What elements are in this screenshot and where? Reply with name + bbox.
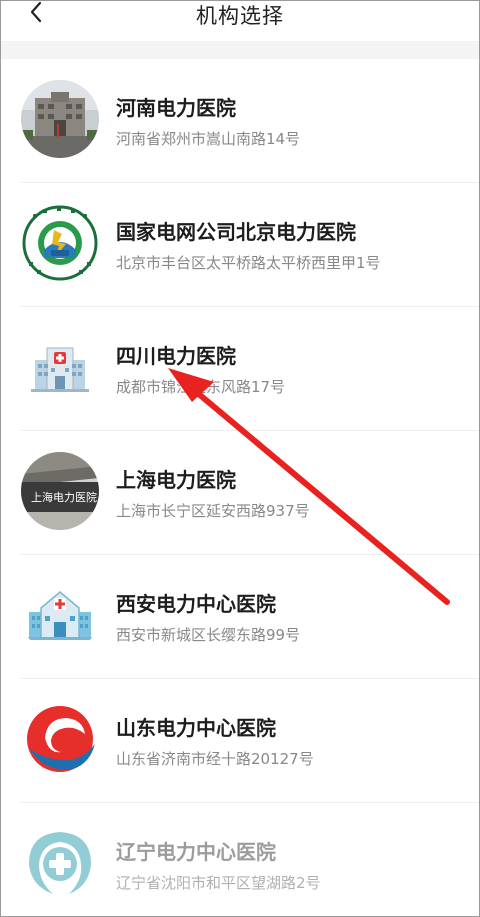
- institution-name: 国家电网公司北京电力医院: [116, 220, 356, 244]
- page-title: 机构选择: [196, 4, 284, 28]
- list-item-henan[interactable]: 河南电力医院 河南省郑州市嵩山南路14号: [1, 59, 479, 183]
- sign-text: 上海电力医院: [31, 490, 97, 504]
- list-item-xian[interactable]: 西安电力中心医院 西安市新城区长缨东路99号: [1, 555, 479, 679]
- institution-name: 西安电力中心医院: [116, 592, 276, 616]
- list-item-shandong[interactable]: 山东电力中心医院 山东省济南市经十路20127号: [1, 679, 479, 803]
- hospital-building-icon: [21, 328, 99, 406]
- institution-name: 上海电力医院: [116, 468, 236, 492]
- institution-name: 四川电力医院: [116, 344, 236, 368]
- nav-header: 机构选择: [1, 1, 479, 41]
- beijing-electric-power-hospital-logo-icon: [21, 204, 99, 282]
- institution-address: 辽宁省沈阳市和平区望湖路2号: [116, 874, 321, 892]
- institution-name: 山东电力中心医院: [116, 716, 276, 740]
- institution-address: 上海市长宁区延安西路937号: [116, 502, 310, 520]
- shanghai-hospital-sign-photo-icon: 上海电力医院: [21, 452, 99, 530]
- institution-list: 河南电力医院 河南省郑州市嵩山南路14号 国家电网公司北京电力医院 北京市丰台区…: [1, 59, 479, 916]
- institution-address: 河南省郑州市嵩山南路14号: [116, 130, 301, 148]
- list-item-sichuan[interactable]: 四川电力医院 成都市锦江区东风路17号: [1, 307, 479, 431]
- institution-address: 成都市锦江区东风路17号: [116, 378, 286, 396]
- teal-cross-logo-icon: [21, 824, 99, 902]
- list-item-liaoning[interactable]: 辽宁电力中心医院 辽宁省沈阳市和平区望湖路2号: [1, 803, 479, 916]
- list-item-shanghai[interactable]: 上海电力医院 上海电力医院 上海市长宁区延安西路937号: [1, 431, 479, 555]
- institution-address: 山东省济南市经十路20127号: [116, 750, 314, 768]
- institution-name: 辽宁电力中心医院: [116, 840, 276, 864]
- institution-address: 北京市丰台区太平桥路太平桥西里甲1号: [116, 254, 381, 272]
- red-swirl-logo-icon: [21, 700, 99, 778]
- app-screen: 机构选择 河南电力医院 河南省郑州市嵩山南路14号 国家电网公司北京电力医院 北…: [0, 0, 480, 917]
- institution-address: 西安市新城区长缨东路99号: [116, 626, 301, 644]
- institution-name: 河南电力医院: [116, 96, 236, 120]
- hospital-building-photo-icon: [21, 80, 99, 158]
- hospital-cross-building-icon: [21, 576, 99, 654]
- section-gap: [1, 41, 479, 59]
- list-item-beijing[interactable]: 国家电网公司北京电力医院 北京市丰台区太平桥路太平桥西里甲1号: [1, 183, 479, 307]
